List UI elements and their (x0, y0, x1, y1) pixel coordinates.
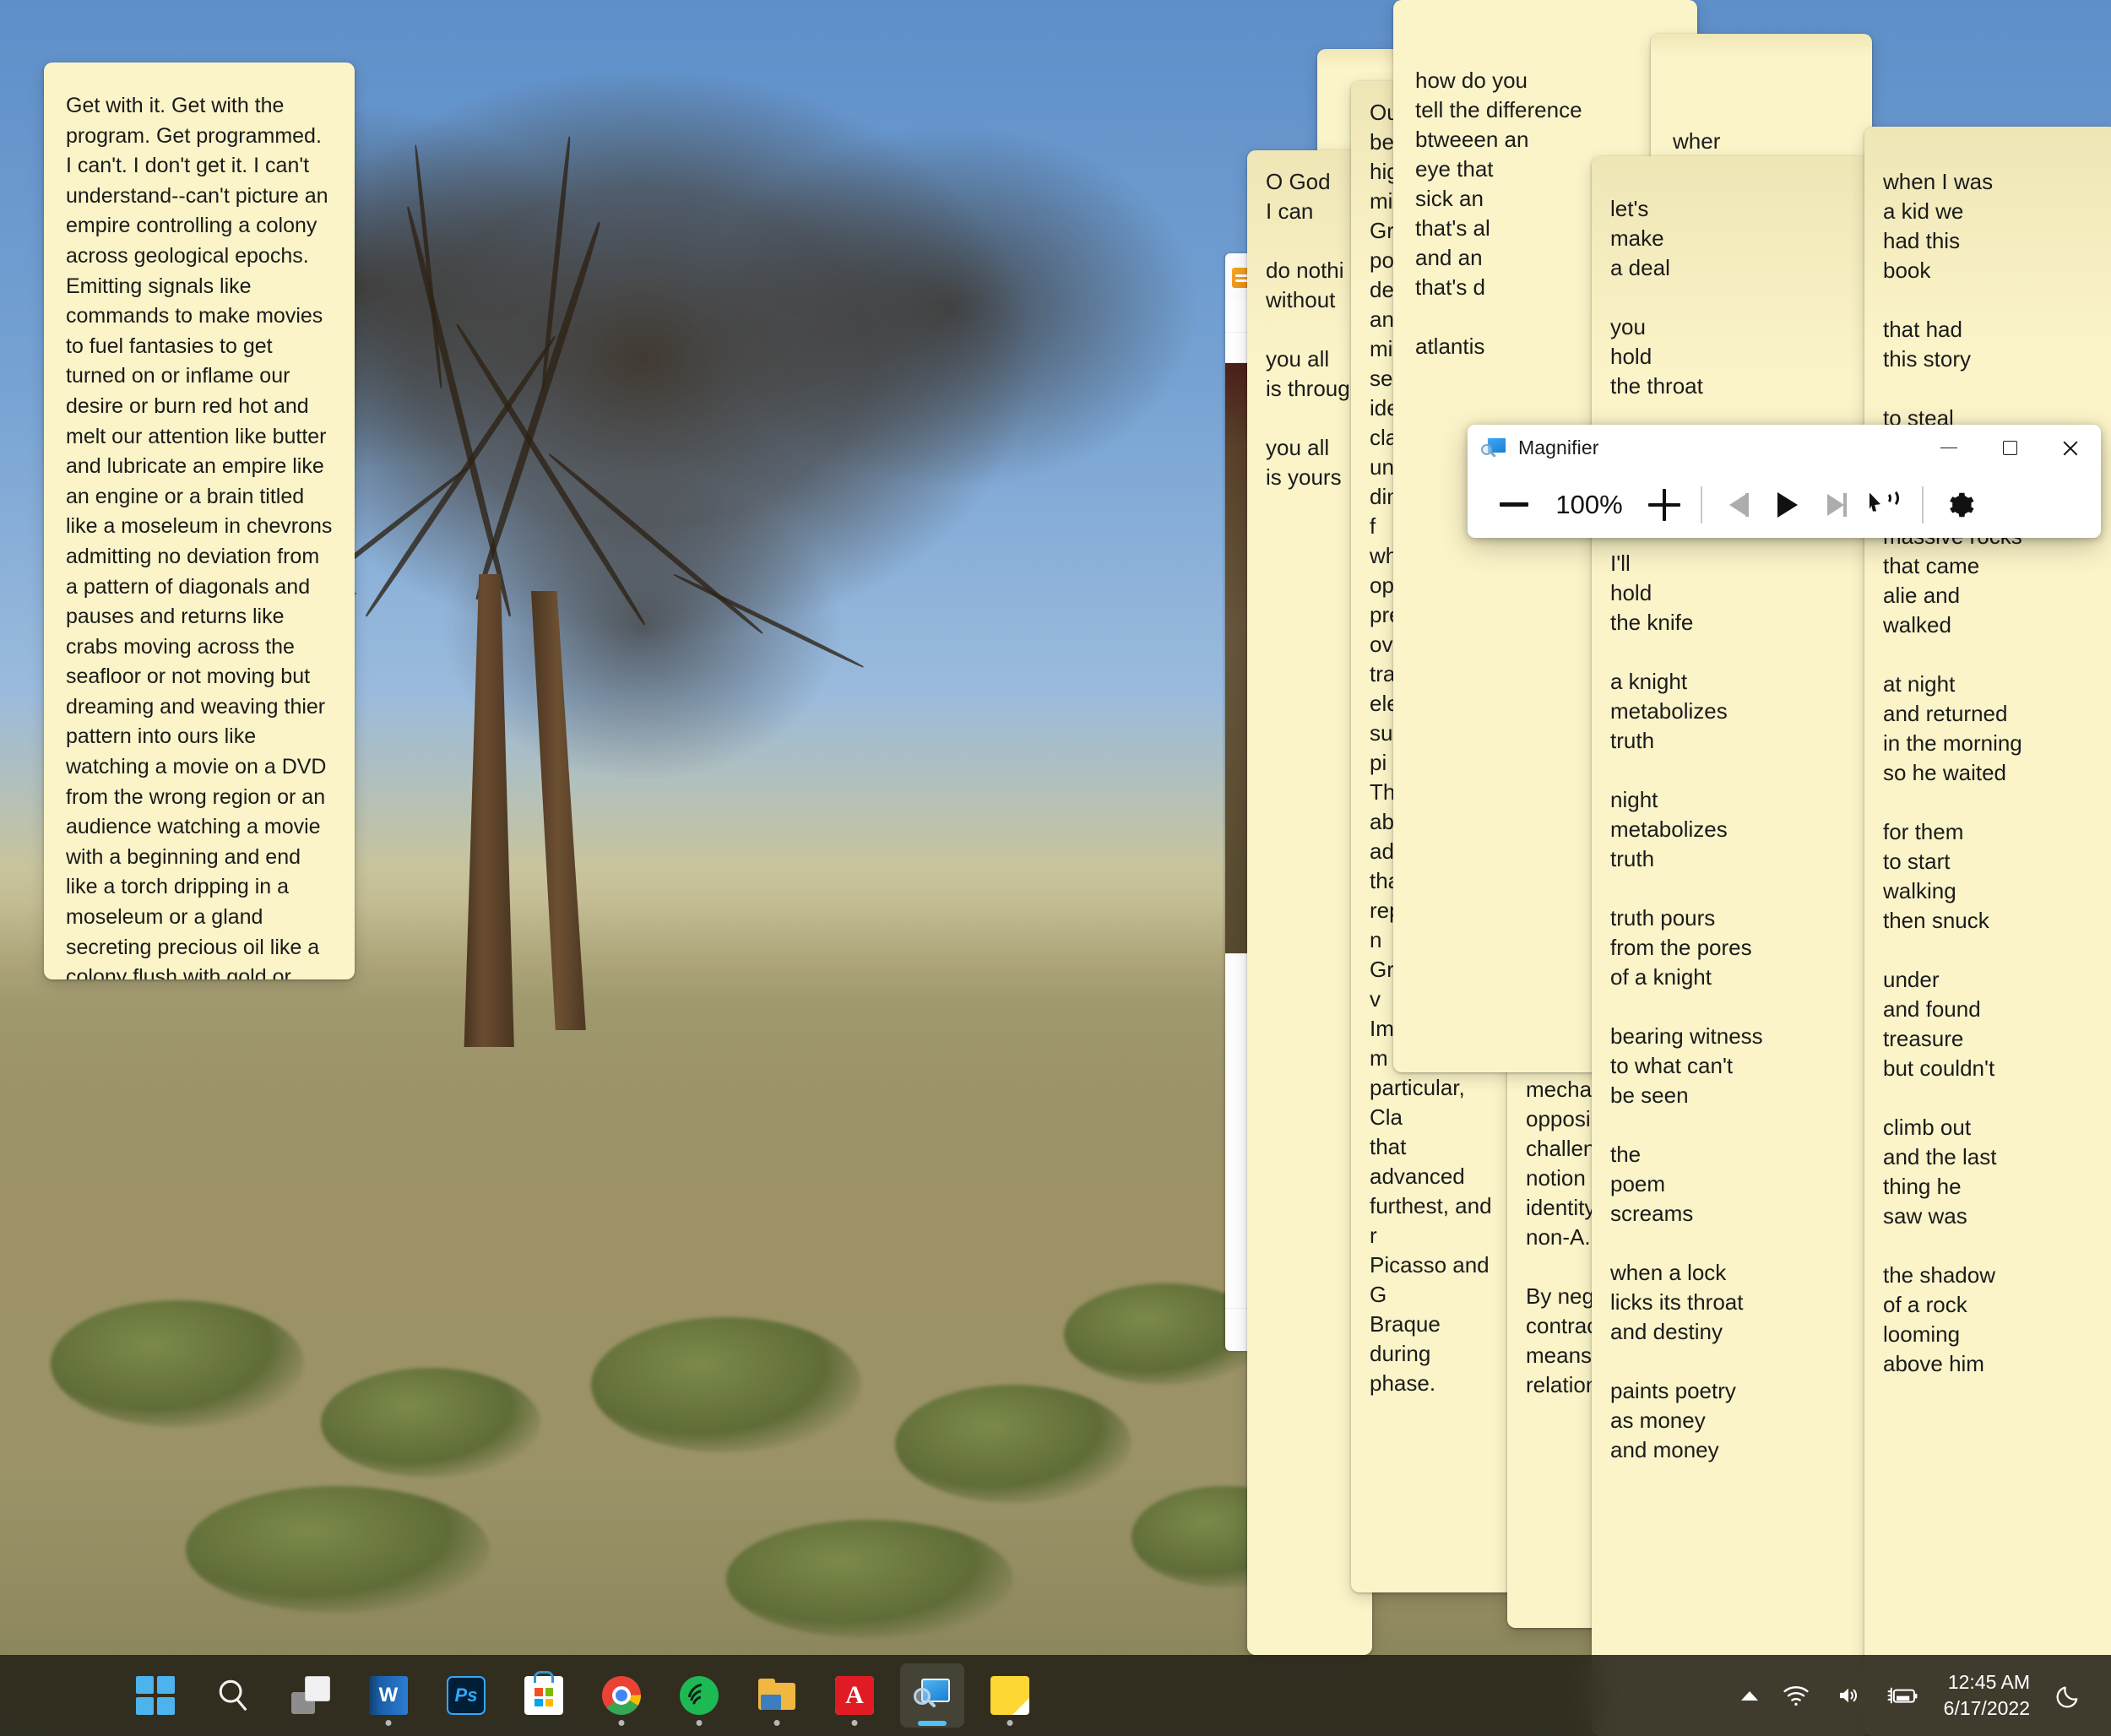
zoom-out-button[interactable] (1490, 480, 1538, 529)
clock-date: 6/17/2022 (1943, 1697, 2030, 1719)
taskbar-item-acrobat[interactable]: A (822, 1663, 887, 1728)
window-controls (1918, 425, 2101, 471)
gear-icon (1944, 489, 1976, 521)
clock-time: 12:45 AM (1947, 1671, 2030, 1693)
wifi-icon (1783, 1686, 1809, 1706)
volume-icon (1839, 1688, 1857, 1703)
minimize-button[interactable] (1918, 425, 1979, 471)
spotify-icon (680, 1676, 719, 1715)
zoom-level-value[interactable]: 100% (1538, 480, 1640, 529)
toolbar-divider (1701, 486, 1702, 524)
sticky-note-when-i-was-a-kid[interactable]: when I was a kid we had this book that h… (1864, 127, 2111, 1736)
sticky-note-get-with-it[interactable]: Get with it. Get with the program. Get p… (44, 62, 355, 979)
play-icon (1777, 491, 1798, 518)
network-button[interactable] (1770, 1663, 1822, 1728)
sticky-note-text[interactable]: Get with it. Get with the program. Get p… (44, 62, 355, 979)
close-button[interactable] (2040, 425, 2101, 471)
taskbar-item-spotify[interactable] (667, 1663, 731, 1728)
show-hidden-icons-button[interactable] (1729, 1663, 1770, 1728)
acrobat-icon: A (835, 1676, 874, 1715)
taskbar-item-task-view[interactable] (279, 1663, 343, 1728)
folder-icon (757, 1676, 796, 1715)
magnifier-icon (1481, 437, 1506, 459)
taskbar-item-store[interactable] (512, 1663, 576, 1728)
sticky-note-text[interactable]: let's make a deal you hold the throat yo… (1592, 156, 1870, 1482)
taskbar-item-start[interactable] (123, 1663, 187, 1728)
moon-icon (2056, 1686, 2078, 1708)
taskbar-item-chrome[interactable] (589, 1663, 654, 1728)
next-icon (1826, 493, 1844, 516)
sticky-note-text[interactable]: when I was a kid we had this book that h… (1864, 127, 2111, 1396)
taskbar-item-file-explorer[interactable] (745, 1663, 809, 1728)
magnifier-toolbar: 100% (1468, 471, 2101, 538)
sticky-note-lets-make-a-deal[interactable]: let's make a deal you hold the throat yo… (1592, 156, 1870, 1736)
battery-button[interactable] (1875, 1663, 1930, 1728)
windows-logo-icon (136, 1676, 175, 1715)
play-button[interactable] (1763, 480, 1812, 529)
taskbar-item-magnifier[interactable] (900, 1663, 964, 1728)
photoshop-icon: Ps (447, 1676, 486, 1715)
taskbar-item-sticky-notes[interactable] (978, 1663, 1042, 1728)
taskbar-item-photoshop[interactable]: Ps (434, 1663, 498, 1728)
sticky-note-text[interactable]: wher (1651, 34, 1872, 175)
taskbar-icons: W Ps A (123, 1663, 1042, 1728)
next-sentence-button[interactable] (1812, 480, 1861, 529)
magnifier-window[interactable]: Magnifier 100% (1468, 425, 2101, 538)
word-icon: W (369, 1676, 408, 1715)
previous-sentence-button[interactable] (1714, 480, 1763, 529)
chrome-icon (602, 1676, 641, 1715)
taskbar: W Ps A 12:45 AM 6/17/2022 (0, 1655, 2111, 1736)
battery-charging-icon (1887, 1687, 1918, 1704)
taskbar-item-search[interactable] (201, 1663, 265, 1728)
settings-button[interactable] (1935, 480, 1984, 529)
microsoft-store-icon (524, 1671, 563, 1715)
toolbar-divider (1922, 486, 1924, 524)
magnifier-titlebar[interactable]: Magnifier (1468, 425, 2101, 471)
system-tray: 12:45 AM 6/17/2022 (1729, 1655, 2094, 1736)
magnifier-icon (913, 1676, 952, 1715)
chevron-up-icon (1740, 1690, 1758, 1701)
previous-icon (1728, 493, 1746, 516)
notifications-button[interactable] (2043, 1663, 2094, 1728)
maximize-button[interactable] (1979, 425, 2040, 471)
read-from-here-button[interactable] (1861, 480, 1910, 529)
zoom-in-button[interactable] (1640, 480, 1689, 529)
task-view-icon (291, 1676, 330, 1715)
magnifier-window-title: Magnifier (1518, 437, 1599, 458)
desktop: Get with it. Get with the program. Get p… (0, 0, 2111, 1736)
search-icon (214, 1676, 252, 1715)
volume-button[interactable] (1822, 1663, 1875, 1728)
clock[interactable]: 12:45 AM 6/17/2022 (1930, 1663, 2043, 1728)
read-from-here-icon (1867, 488, 1904, 521)
taskbar-item-word[interactable]: W (356, 1663, 421, 1728)
sticky-note-icon (990, 1676, 1029, 1715)
